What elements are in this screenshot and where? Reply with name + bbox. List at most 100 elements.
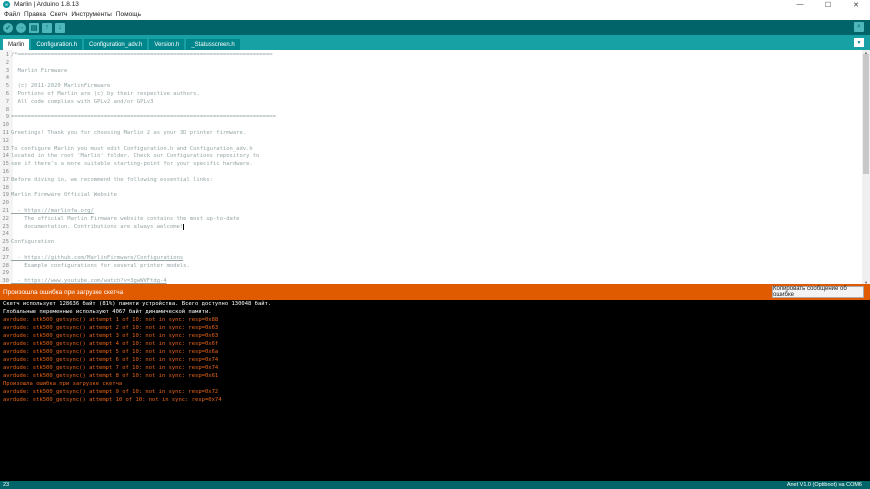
code-text: The official Marlin Firmware website con… xyxy=(11,215,240,222)
code-line[interactable]: 9 =======================================… xyxy=(0,114,862,122)
code-line[interactable]: 26 xyxy=(0,247,862,255)
window-title: Marlin | Arduino 1.8.13 xyxy=(14,1,79,8)
code-line[interactable]: 14 located in the root 'Marlin' folder. C… xyxy=(0,153,862,161)
menu-help[interactable]: Помощь xyxy=(114,11,143,18)
code-text: Example configurations for several print… xyxy=(11,262,190,269)
line-number: 13 xyxy=(2,145,9,152)
console-line: avrdude: stk500_getsync() attempt 5 of 1… xyxy=(3,349,219,355)
console-line: avrdude: stk500_getsync() attempt 3 of 1… xyxy=(3,333,219,339)
line-number: 10 xyxy=(2,122,9,129)
line-number: 18 xyxy=(2,184,9,191)
menu-tools[interactable]: Инструменты xyxy=(69,11,114,18)
line-number: 2 xyxy=(5,59,9,66)
code-line[interactable]: 10 xyxy=(0,122,862,130)
save-sketch-button[interactable]: ↓ xyxy=(55,22,65,33)
console-line: avrdude: stk500_getsync() attempt 1 of 1… xyxy=(3,317,219,323)
close-button[interactable]: ✕ xyxy=(842,0,870,9)
line-number: 1 xyxy=(5,52,9,58)
line-number: 15 xyxy=(2,161,9,168)
line-number: 9 xyxy=(5,114,9,121)
minimize-button[interactable]: — xyxy=(786,0,814,9)
code-line[interactable]: 24 xyxy=(0,231,862,239)
maximize-button[interactable]: ☐ xyxy=(814,0,842,9)
code-text: located in the root 'Marlin' folder. Che… xyxy=(11,153,260,160)
code-line[interactable]: 1/*=====================================… xyxy=(0,52,862,60)
line-number: 17 xyxy=(2,176,9,183)
line-number: 24 xyxy=(2,231,9,238)
code-line[interactable]: 18 xyxy=(0,185,862,193)
code-text: Marlin Firmware xyxy=(11,67,68,74)
code-line[interactable]: 13 To configure Marlin you must edit Conf… xyxy=(0,146,862,154)
menu-sketch[interactable]: Скетч xyxy=(48,11,69,18)
console-output[interactable]: Скетч использует 128636 байт (81%) памят… xyxy=(0,300,870,481)
code-line[interactable]: 29 xyxy=(0,270,862,278)
line-number: 7 xyxy=(5,98,9,105)
code-line[interactable]: 12 xyxy=(0,138,862,146)
tab-menu-button[interactable]: ▼ xyxy=(854,38,864,47)
code-line[interactable]: 28 Example configurations for several pr… xyxy=(0,263,862,271)
window-controls: — ☐ ✕ xyxy=(786,0,870,9)
line-number: 4 xyxy=(5,75,9,82)
console-line: avrdude: stk500_getsync() attempt 4 of 1… xyxy=(3,341,219,347)
code-line[interactable]: 7 All code complies with GPLv2 and/or GP… xyxy=(0,99,862,107)
upload-button[interactable]: → xyxy=(16,22,26,33)
code-line[interactable]: 4 xyxy=(0,75,862,83)
code-text: (c) 2011-2020 MarlinFirmware xyxy=(11,83,111,90)
code-editor[interactable]: 1/*=====================================… xyxy=(0,50,870,284)
code-line[interactable]: 20 xyxy=(0,200,862,208)
scrollbar-thumb[interactable] xyxy=(863,54,869,174)
code-line[interactable]: 16 xyxy=(0,169,862,177)
console-line: avrdude: stk500_getsync() attempt 10 of … xyxy=(3,397,222,403)
arrow-up-icon: ↑ xyxy=(45,24,49,31)
line-number: 28 xyxy=(2,262,9,269)
console-line: Произошла ошибка при загрузке скетча xyxy=(3,381,123,387)
code-line[interactable]: 15 see if there's a more suitable startin… xyxy=(0,161,862,169)
code-text: - https://marlinfw.org/ xyxy=(11,207,94,214)
code-line[interactable]: 2 xyxy=(0,60,862,68)
menu-edit[interactable]: Правка xyxy=(22,11,48,18)
tab-statusscreen[interactable]: _Statusscreen.h xyxy=(186,39,240,50)
editor-scrollbar[interactable]: ▲ ▼ xyxy=(862,50,870,284)
tab-bar: Marlin Configuration.h Configuration_adv… xyxy=(0,35,870,50)
console-line: avrdude: stk500_getsync() attempt 8 of 1… xyxy=(3,373,219,379)
tab-version[interactable]: Version.h xyxy=(149,39,185,50)
chevron-down-icon: ▼ xyxy=(856,39,862,46)
line-number: 3 xyxy=(5,67,9,74)
code-line[interactable]: 11 Greetings! Thank you for choosing Marl… xyxy=(0,130,862,138)
menu-file[interactable]: Файл xyxy=(2,11,22,18)
serial-monitor-button[interactable]: ⌕ xyxy=(854,22,864,32)
console-line: avrdude: stk500_getsync() attempt 2 of 1… xyxy=(3,325,219,331)
code-text: see if there's a more suitable starting-… xyxy=(11,161,253,168)
menu-bar: Файл Правка Скетч Инструменты Помощь xyxy=(0,9,870,20)
new-file-icon: ▤ xyxy=(30,24,38,32)
console-line: avrdude: stk500_getsync() attempt 7 of 1… xyxy=(3,365,219,371)
code-line[interactable]: 27 - https://github.com/MarlinFirmware/C… xyxy=(0,255,862,263)
code-text: Configuration xyxy=(11,239,55,246)
code-text: Before diving in, we recommend the follo… xyxy=(11,176,213,183)
status-message: Произошла ошибка при загрузке скетча xyxy=(3,288,124,296)
tab-configuration-adv[interactable]: Configuration_adv.h xyxy=(84,39,148,50)
code-line[interactable]: 22 The official Marlin Firmware website … xyxy=(0,216,862,224)
tab-marlin[interactable]: Marlin xyxy=(3,39,30,50)
copy-error-button[interactable]: Копировать сообщение об ошибке xyxy=(772,286,864,298)
code-line[interactable]: 21 - https://marlinfw.org/ xyxy=(0,208,862,216)
code-text: Greetings! Thank you for choosing Marlin… xyxy=(11,129,247,136)
code-line[interactable]: 25 Configuration xyxy=(0,239,862,247)
verify-button[interactable]: ✓ xyxy=(3,22,13,33)
code-line[interactable]: 19 Marlin Firmware Official Website xyxy=(0,192,862,200)
line-number: 16 xyxy=(2,168,9,175)
code-line[interactable]: 17 Before diving in, we recommend the fol… xyxy=(0,177,862,185)
code-line[interactable]: 5 (c) 2011-2020 MarlinFirmware xyxy=(0,83,862,91)
open-sketch-button[interactable]: ↑ xyxy=(42,22,52,33)
code-line[interactable]: 6 Portions of Marlin are (c) by their re… xyxy=(0,91,862,99)
current-line-number: 23 xyxy=(3,482,10,488)
code-text: /*======================================… xyxy=(11,52,273,58)
tab-configuration[interactable]: Configuration.h xyxy=(31,39,83,50)
line-number: 21 xyxy=(2,207,9,214)
code-line[interactable]: 23 documentation. Contributions are alwa… xyxy=(0,223,862,232)
new-sketch-button[interactable]: ▤ xyxy=(29,22,39,33)
code-line[interactable]: 3 Marlin Firmware xyxy=(0,68,862,76)
title-bar: ∞ Marlin | Arduino 1.8.13 — ☐ ✕ xyxy=(0,0,870,9)
code-area[interactable]: 1/*=====================================… xyxy=(0,52,862,284)
code-line[interactable]: 8 xyxy=(0,107,862,115)
